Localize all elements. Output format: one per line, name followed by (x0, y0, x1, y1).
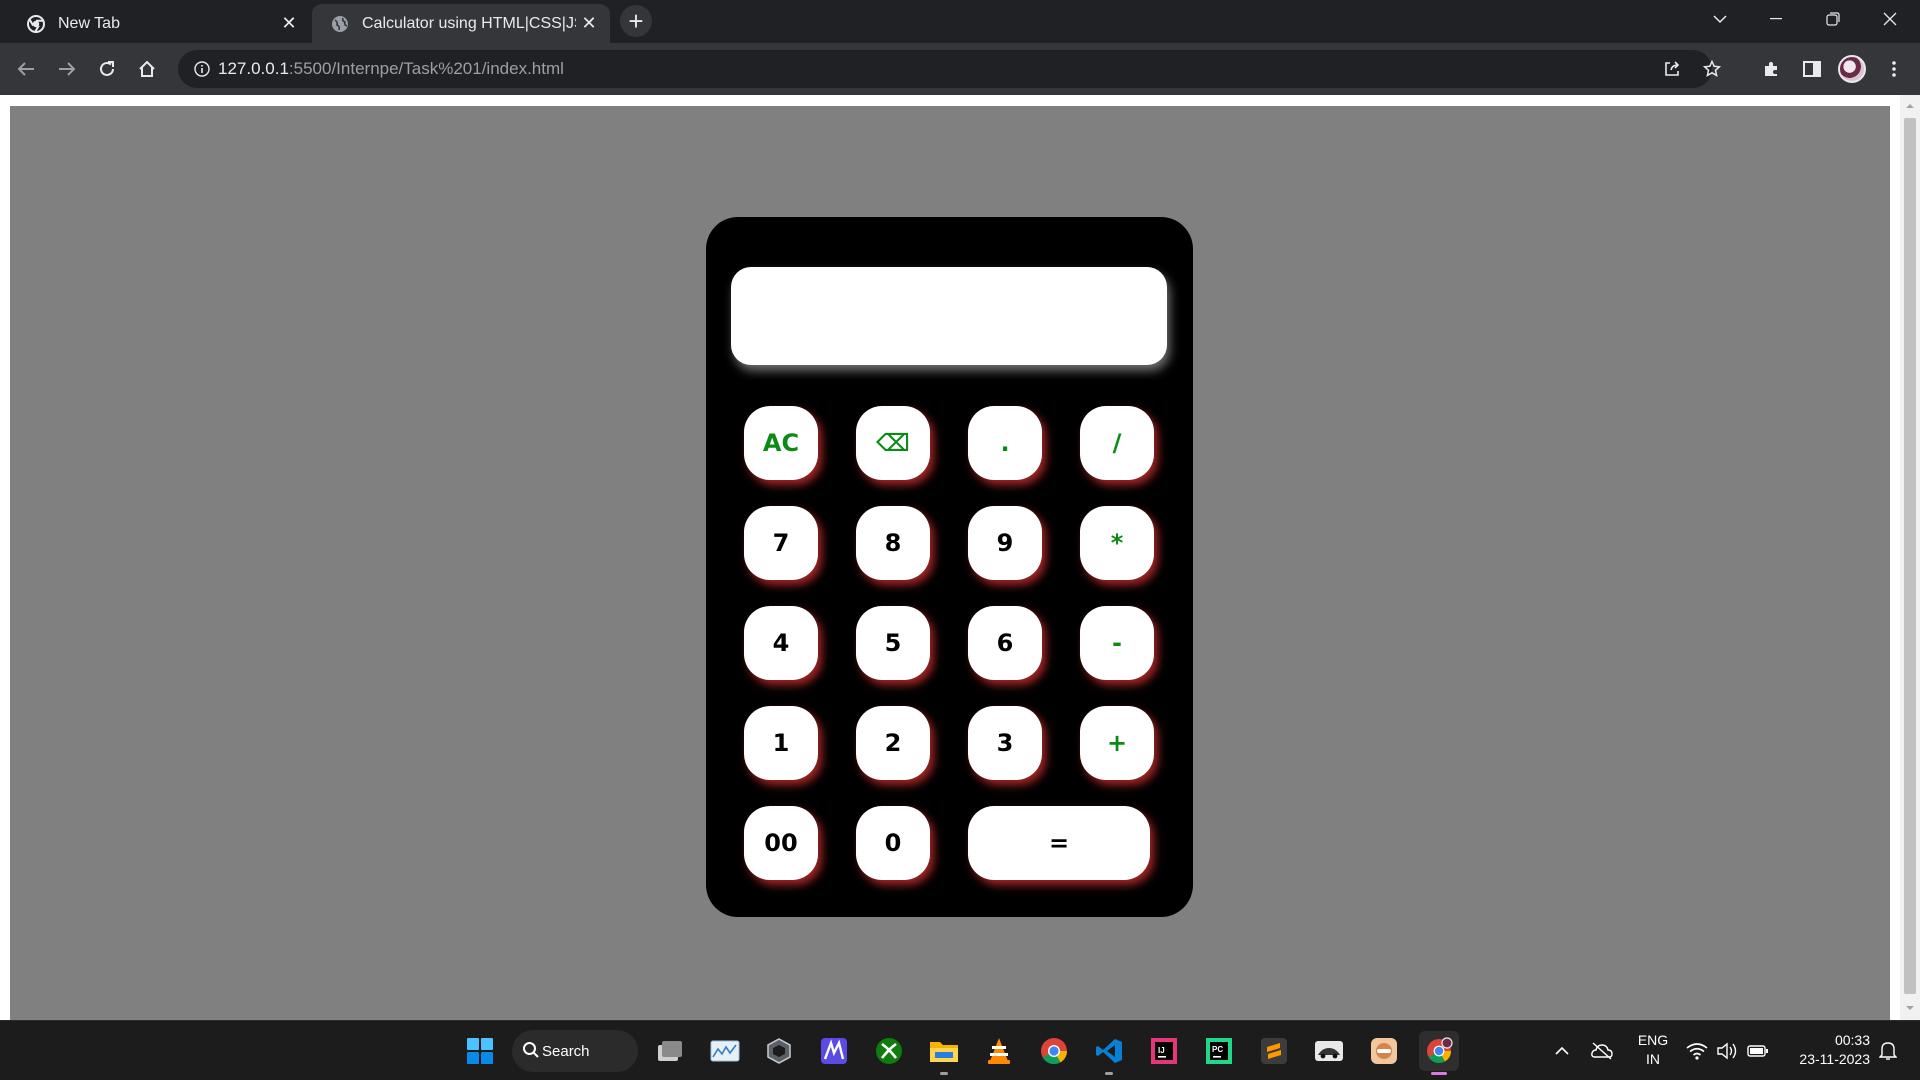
key-add[interactable]: + (1080, 706, 1154, 780)
key-equals[interactable]: = (968, 806, 1150, 880)
xbox-icon[interactable] (869, 1031, 909, 1071)
web-page: AC ⌫./7 8 9 * 4 5 6-1 2 3 +00 0 = (0, 95, 1920, 1020)
url-path: :5500/Internpe/Task%201/index.html (288, 59, 564, 78)
share-icon[interactable] (1656, 53, 1688, 85)
vscode-icon[interactable] (1089, 1031, 1129, 1075)
running-indicator (940, 1072, 948, 1075)
taskbar-search[interactable]: Search (512, 1030, 638, 1072)
emulator-icon[interactable] (1364, 1031, 1404, 1071)
url-host: 127.0.0.1 (218, 59, 289, 78)
tab-title: New Tab (58, 14, 120, 32)
active-indicator (1431, 1072, 1447, 1075)
browser-toolbar: 127.0.0.1:5500/Internpe/Task%201/index.h… (0, 43, 1920, 95)
browser-tab-strip: New Tab ✕ Calculator using HTML|CSS|JS ✕… (0, 0, 1920, 43)
windows-taskbar: Search IJ PC ENG IN 00:33 23-11-2023 (0, 1020, 1920, 1080)
running-indicator (1105, 1072, 1113, 1075)
profile-avatar[interactable] (1838, 55, 1866, 83)
close-tab-icon[interactable]: ✕ (576, 11, 602, 37)
language-indicator[interactable]: ENG IN (1633, 1031, 1673, 1069)
tab-new-tab[interactable]: New Tab ✕ (8, 4, 310, 43)
reload-icon[interactable] (91, 53, 123, 85)
search-icon (523, 1042, 539, 1058)
chrome-profile-icon[interactable] (1419, 1031, 1459, 1075)
chrome-icon[interactable] (1034, 1031, 1074, 1071)
file-explorer-icon[interactable] (924, 1031, 964, 1075)
key-5[interactable]: 5 (856, 606, 930, 680)
key-multiply[interactable]: * (1080, 506, 1154, 580)
svg-text:IJ: IJ (1158, 1046, 1165, 1055)
url-text[interactable]: 127.0.0.1:5500/Internpe/Task%201/index.h… (218, 59, 564, 79)
key-divide[interactable]: / (1080, 406, 1154, 480)
clock-date: 23-11-2023 (1799, 1051, 1870, 1067)
key-decimal[interactable]: . (968, 406, 1042, 480)
clock[interactable]: 00:33 23-11-2023 (1780, 1031, 1870, 1069)
menu-kebab-icon[interactable] (1878, 53, 1910, 85)
svg-text:PC: PC (1212, 1045, 1223, 1054)
calculator-display[interactable] (731, 267, 1167, 365)
extensions-icon[interactable] (1755, 53, 1787, 85)
key-clear[interactable]: AC (744, 406, 818, 480)
calculator: AC ⌫./7 8 9 * 4 5 6-1 2 3 +00 0 = (706, 217, 1193, 917)
side-panel-icon[interactable] (1796, 53, 1828, 85)
racing-game-icon[interactable] (1309, 1031, 1349, 1071)
minimize-icon[interactable] (1748, 0, 1804, 38)
show-hidden-icons-icon[interactable] (1550, 1039, 1574, 1063)
key-8[interactable]: 8 (856, 506, 930, 580)
forward-icon[interactable] (51, 53, 83, 85)
tab-search-icon[interactable] (1692, 0, 1748, 38)
home-icon[interactable] (131, 53, 163, 85)
page-scrollbar[interactable] (1900, 95, 1920, 1020)
chrome-icon (26, 14, 46, 34)
key-subtract[interactable]: - (1080, 606, 1154, 680)
site-info-icon[interactable] (186, 53, 218, 85)
globe-icon (330, 14, 350, 34)
battery-icon[interactable] (1746, 1039, 1770, 1063)
address-bar[interactable]: 127.0.0.1:5500/Internpe/Task%201/index.h… (178, 50, 1721, 88)
key-9[interactable]: 9 (968, 506, 1042, 580)
task-view-icon[interactable] (650, 1031, 690, 1071)
photos-icon[interactable] (705, 1031, 745, 1071)
key-1[interactable]: 1 (744, 706, 818, 780)
scroll-up-icon[interactable] (1905, 101, 1915, 111)
key-backspace[interactable]: ⌫ (856, 406, 930, 480)
scroll-down-icon[interactable] (1905, 1003, 1915, 1013)
language-region: IN (1646, 1051, 1660, 1067)
scrollbar-thumb[interactable] (1904, 118, 1916, 994)
close-window-icon[interactable] (1862, 0, 1918, 38)
close-tab-icon[interactable]: ✕ (276, 11, 302, 37)
notifications-icon[interactable] (1876, 1039, 1900, 1063)
3d-viewer-icon[interactable] (759, 1031, 799, 1071)
mathpix-icon[interactable] (814, 1031, 854, 1071)
tab-title: Calculator using HTML|CSS|JS (362, 14, 576, 32)
tab-calculator[interactable]: Calculator using HTML|CSS|JS ✕ (312, 4, 610, 43)
onedrive-offline-icon[interactable] (1590, 1039, 1614, 1063)
sublime-icon[interactable] (1254, 1031, 1294, 1071)
key-7[interactable]: 7 (744, 506, 818, 580)
key-6[interactable]: 6 (968, 606, 1042, 680)
key-4[interactable]: 4 (744, 606, 818, 680)
new-tab-button[interactable]: + (620, 5, 652, 37)
search-label: Search (542, 1042, 590, 1060)
bookmark-star-icon[interactable] (1696, 53, 1728, 85)
restore-icon[interactable] (1805, 0, 1861, 38)
intellij-icon[interactable]: IJ (1144, 1031, 1184, 1071)
back-icon[interactable] (10, 53, 42, 85)
vlc-icon[interactable] (979, 1031, 1019, 1071)
pycharm-icon[interactable]: PC (1199, 1031, 1239, 1071)
volume-icon[interactable] (1715, 1039, 1739, 1063)
language-code: ENG (1637, 1032, 1669, 1048)
wifi-icon[interactable] (1685, 1039, 1709, 1063)
key-double-zero[interactable]: 00 (744, 806, 818, 880)
page-background: AC ⌫./7 8 9 * 4 5 6-1 2 3 +00 0 = (10, 106, 1890, 1020)
key-2[interactable]: 2 (856, 706, 930, 780)
key-0[interactable]: 0 (856, 806, 930, 880)
start-icon[interactable] (460, 1031, 500, 1071)
clock-time: 00:33 (1834, 1032, 1870, 1048)
key-3[interactable]: 3 (968, 706, 1042, 780)
